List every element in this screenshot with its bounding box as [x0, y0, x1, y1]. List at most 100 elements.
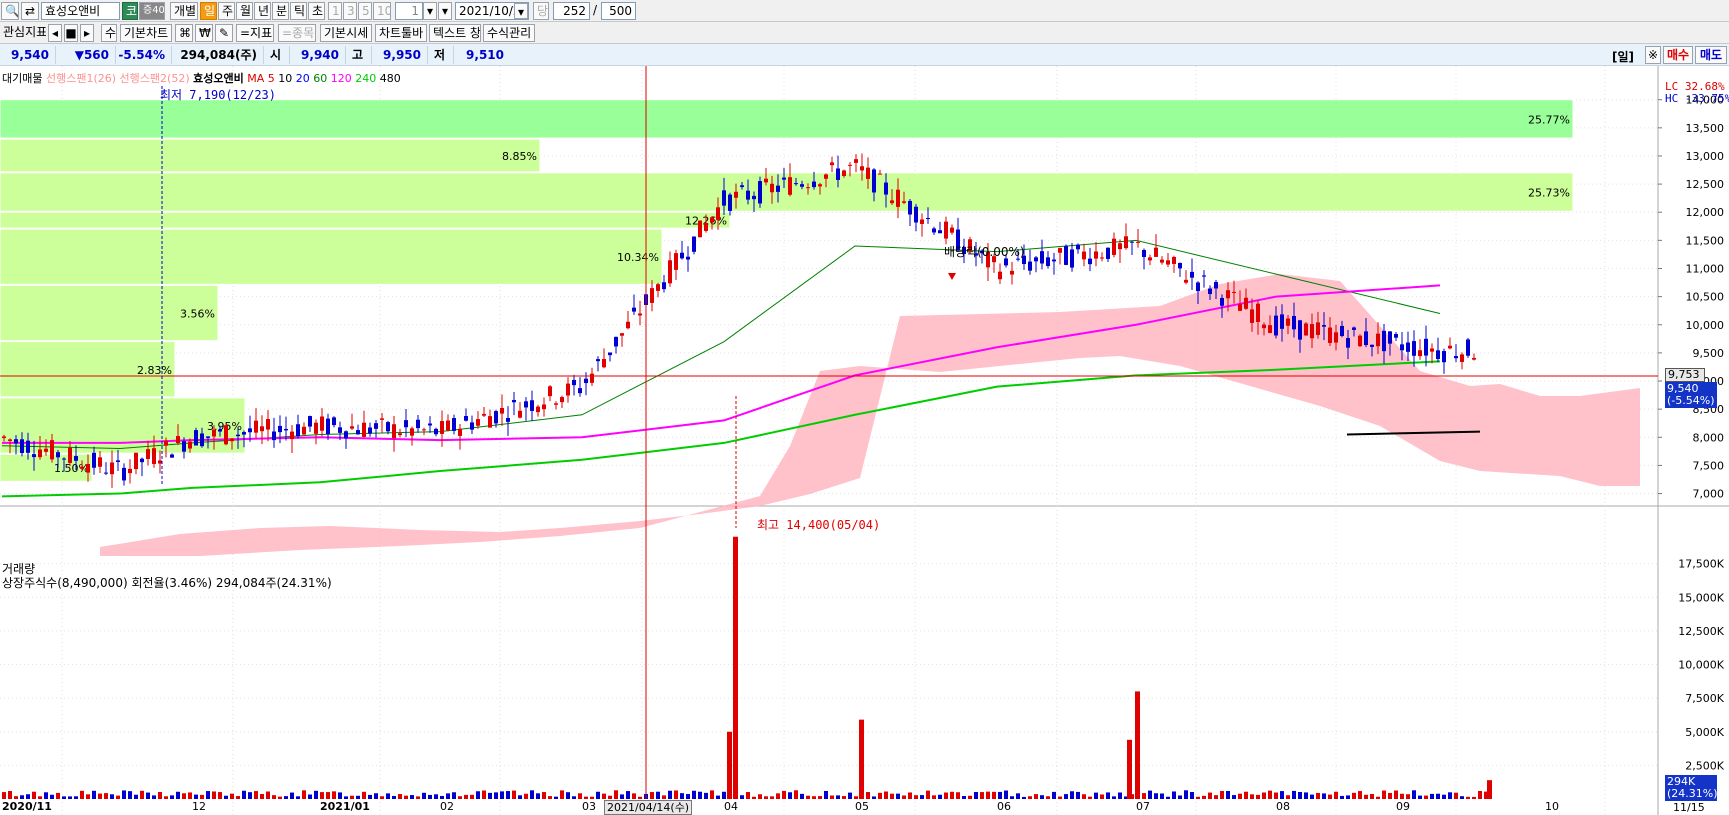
period-day-button[interactable]: 일 [200, 2, 217, 20]
candle-body [1028, 261, 1032, 271]
candle-body [1058, 248, 1062, 253]
legend-ma480[interactable]: 480 [380, 72, 401, 85]
candle-body [1232, 291, 1236, 293]
candle-body [884, 182, 888, 195]
volume-bar [356, 795, 360, 799]
candle-body [668, 260, 672, 284]
period-week-button[interactable]: 주 [218, 2, 235, 20]
volume-bar [902, 795, 906, 799]
period-tick-button[interactable]: 틱 [290, 2, 307, 20]
chevron-down-icon[interactable]: ▾ [423, 2, 437, 20]
candle-body [392, 424, 396, 439]
candle-body [500, 407, 504, 414]
group-badge[interactable]: 증40 [139, 2, 165, 20]
legend-ma[interactable]: MA [247, 72, 264, 85]
legend-span2[interactable]: 선행스팬2(52) [120, 72, 190, 85]
time-axis-label: 07 [1136, 800, 1150, 813]
candle-body [1076, 244, 1080, 250]
volume-bar [200, 794, 204, 799]
stock-name-input[interactable]: 효성오앤비 [41, 2, 120, 20]
buy-button[interactable]: 매수 [1663, 46, 1693, 64]
period-month-button[interactable]: 월 [236, 2, 253, 20]
legend-ma20[interactable]: 20 [296, 72, 310, 85]
volume-bar [908, 792, 912, 799]
date-dropdown-icon[interactable]: ▾ [514, 3, 528, 19]
volume-bar [1424, 795, 1428, 799]
candle-body [710, 217, 714, 223]
candle-body [386, 422, 390, 432]
candle-body [722, 190, 726, 206]
legend-supply[interactable]: 대기매물 [2, 72, 42, 85]
candle-body [1448, 345, 1452, 349]
legend-ma240[interactable]: 240 [355, 72, 376, 85]
time-axis-label: 12 [192, 800, 206, 813]
candle-body [1298, 320, 1302, 340]
volume-bar [920, 795, 924, 799]
volume-bar [884, 791, 888, 799]
candle-body [770, 183, 774, 193]
prev-icon[interactable]: ◂ [48, 24, 62, 42]
time-axis-label: 10 [1545, 800, 1559, 813]
time-axis-label: 02 [440, 800, 454, 813]
formula-manage-button[interactable]: 수식관리 [483, 24, 535, 42]
interval-input[interactable]: 1 [395, 2, 423, 20]
candle-body [44, 448, 48, 452]
stop-icon[interactable]: ■ [64, 24, 78, 42]
candle-body [554, 403, 558, 405]
volume-bar [14, 796, 18, 799]
basic-quote-button[interactable]: 기본시세 [320, 24, 372, 42]
candle-body [326, 418, 330, 435]
volume-bar [494, 792, 498, 799]
legend-span1[interactable]: 선행스팬1(26) [46, 72, 116, 85]
legend-stock[interactable]: 효성오앤비 [193, 72, 244, 85]
stock-button[interactable]: =종목 [278, 24, 316, 42]
legend-ma120[interactable]: 120 [331, 72, 352, 85]
candle-body [332, 417, 336, 426]
interval-1-button[interactable]: 1 [328, 2, 342, 20]
tool-icon[interactable]: ✎ [215, 24, 233, 42]
candle-body [1292, 315, 1296, 330]
period-year-button[interactable]: 년 [254, 2, 271, 20]
indicator-button[interactable]: =지표 [236, 24, 274, 42]
chevron-down-icon[interactable]: ▾ [438, 2, 452, 20]
market-badge[interactable]: 코 [122, 2, 138, 20]
legend-ma10[interactable]: 10 [278, 72, 292, 85]
interval-5-button[interactable]: 5 [358, 2, 372, 20]
candle-body [776, 185, 780, 192]
volume-bar [1166, 796, 1170, 799]
chart-toolbar-button[interactable]: 차트툴바 [375, 24, 427, 42]
period-minute-button[interactable]: 분 [272, 2, 289, 20]
volume-bar [1052, 791, 1056, 799]
volume-bar [722, 791, 726, 799]
next-icon[interactable]: ▸ [80, 24, 94, 42]
candle-body [302, 426, 306, 435]
volume-bar [794, 790, 798, 799]
candle-body [1346, 338, 1350, 348]
text-window-button[interactable]: 텍스트 창 [429, 24, 481, 42]
currency-icon[interactable]: ₩ [195, 24, 213, 42]
volume-bar [110, 794, 114, 799]
legend-ma5[interactable]: 5 [268, 72, 275, 85]
total-input[interactable]: 500 [601, 2, 636, 20]
candle-body [308, 416, 312, 427]
period-second-button[interactable]: 초 [308, 2, 325, 20]
count-input[interactable]: 252 [553, 2, 590, 20]
legend-ma60[interactable]: 60 [313, 72, 327, 85]
volume-bar [878, 792, 882, 799]
basic-chart-button[interactable]: 기본차트 [120, 24, 172, 42]
chart-type-icon[interactable]: ⌘ [175, 24, 193, 42]
price-chart[interactable]: 1.50%3.95%2.83%3.56%10.34%12.26%25.73%8.… [0, 66, 1729, 815]
interval-10-button[interactable]: 10 [373, 2, 391, 20]
unit-button[interactable]: 수 [101, 24, 117, 42]
candle-body [1352, 327, 1356, 330]
candle-body [1112, 238, 1116, 255]
period-individual-button[interactable]: 개별 [170, 2, 198, 20]
candle-body [836, 168, 840, 180]
settings-icon[interactable]: ※ [1645, 46, 1661, 64]
sell-button[interactable]: 매도 [1695, 46, 1727, 64]
candle-body [1388, 331, 1392, 344]
refresh-icon[interactable]: ⇄ [21, 2, 39, 20]
indicator-favorites-button[interactable]: 관심지표 [0, 24, 46, 42]
search-icon[interactable]: 🔍 [1, 2, 19, 20]
interval-3-button[interactable]: 3 [343, 2, 357, 20]
